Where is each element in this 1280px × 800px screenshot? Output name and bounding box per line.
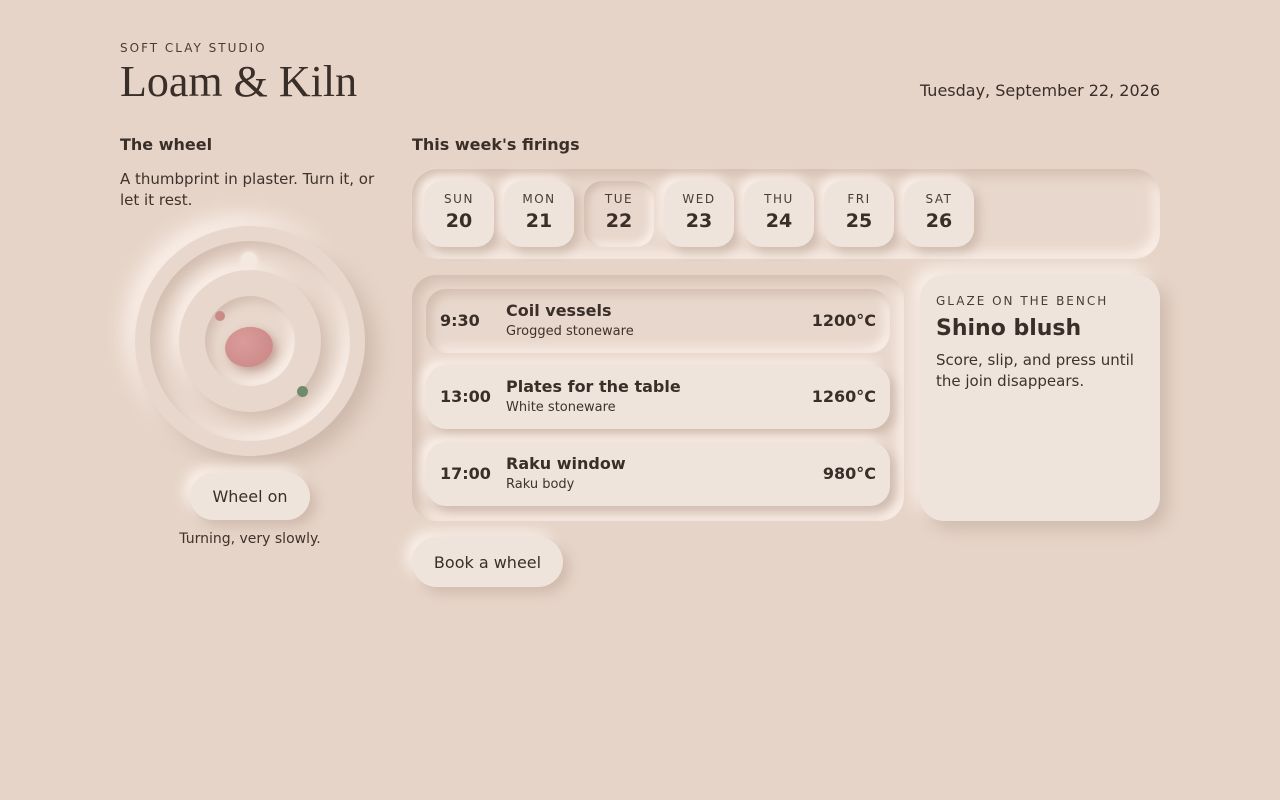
glaze-description: Score, slip, and press until the join di…	[936, 351, 1134, 390]
wheel-toggle-button[interactable]: Wheel on	[190, 473, 310, 520]
glaze-title: Shino blush	[936, 316, 1082, 341]
firing-title: Plates for the table	[506, 377, 681, 396]
day-name: SAT	[925, 192, 953, 206]
day-tab-sat[interactable]: SAT 26	[904, 181, 974, 247]
firing-time: 13:00	[440, 387, 491, 406]
brand-title: Loam & Kiln	[120, 57, 358, 106]
schedule-row-plates[interactable]: 13:00 Plates for the table White stonewa…	[426, 365, 890, 429]
day-number: 24	[765, 210, 793, 232]
wheel-handle-dot[interactable]	[241, 252, 257, 268]
day-name: SUN	[444, 192, 474, 206]
day-tab-sun[interactable]: SUN 20	[424, 181, 494, 247]
studio-page: SOFT CLAY STUDIO Loam & Kiln Tuesday, Se…	[0, 0, 1280, 800]
current-date: Tuesday, September 22, 2026	[919, 81, 1160, 100]
day-tab-thu[interactable]: THU 24	[744, 181, 814, 247]
firing-temperature: 1260°C	[811, 387, 876, 406]
schedule-row-raku[interactable]: 17:00 Raku window Raku body 980°C	[426, 442, 890, 506]
firing-time: 9:30	[440, 311, 480, 330]
firing-schedule: 9:30 Coil vessels Grogged stoneware 1200…	[412, 275, 904, 521]
glaze-eyebrow: GLAZE ON THE BENCH	[936, 294, 1109, 308]
day-tab-tue[interactable]: TUE 22	[584, 181, 654, 247]
schedule-row-coil-vessels[interactable]: 9:30 Coil vessels Grogged stoneware 1200…	[426, 289, 890, 353]
book-wheel-button[interactable]: Book a wheel	[412, 537, 563, 587]
firing-clay-body: Grogged stoneware	[506, 324, 634, 339]
studio-eyebrow: SOFT CLAY STUDIO	[120, 41, 267, 55]
week-day-selector: SUN 20 MON 21 TUE 22 WED 23 THU 24 FRI 2…	[412, 169, 1160, 259]
day-number: 26	[925, 210, 953, 232]
day-tab-wed[interactable]: WED 23	[664, 181, 734, 247]
glaze-card: GLAZE ON THE BENCH Shino blush Score, sl…	[920, 275, 1160, 521]
sage-marker-dot	[297, 386, 308, 397]
day-tab-fri[interactable]: FRI 25	[824, 181, 894, 247]
wheel-section-title: The wheel	[120, 135, 213, 154]
day-number: 23	[685, 210, 713, 232]
rose-marker-dot	[215, 311, 225, 321]
firings-section-title: This week's firings	[412, 135, 580, 154]
day-name: WED	[682, 192, 716, 206]
day-number: 22	[605, 210, 633, 232]
day-number: 25	[845, 210, 873, 232]
firing-title: Coil vessels	[506, 301, 612, 320]
wheel-description: A thumbprint in plaster. Turn it, or let…	[120, 170, 375, 209]
day-name: THU	[764, 192, 794, 206]
day-number: 21	[525, 210, 553, 232]
wheel-status-text: Turning, very slowly.	[179, 531, 321, 547]
day-name: FRI	[847, 192, 871, 206]
firing-clay-body: White stoneware	[506, 400, 616, 415]
firing-title: Raku window	[506, 454, 626, 473]
day-number: 20	[445, 210, 473, 232]
day-name: MON	[522, 192, 556, 206]
firing-temperature: 980°C	[822, 464, 876, 483]
firing-time: 17:00	[440, 464, 491, 483]
day-name: TUE	[604, 192, 634, 206]
pottery-wheel[interactable]	[135, 226, 365, 456]
firing-clay-body: Raku body	[506, 477, 575, 492]
firing-temperature: 1200°C	[811, 311, 876, 330]
day-tab-mon[interactable]: MON 21	[504, 181, 574, 247]
